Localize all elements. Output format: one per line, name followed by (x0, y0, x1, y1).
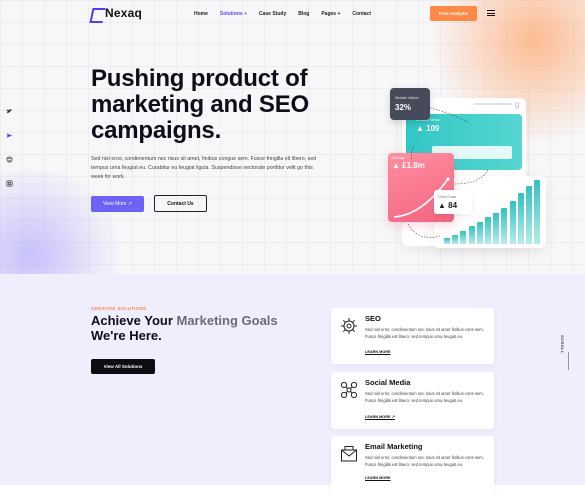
social-hub-icon (340, 381, 358, 399)
nav-case-study[interactable]: Case Study (259, 11, 286, 17)
hero-description: Sed nisl eros, condimentum nec risus sit… (91, 156, 317, 180)
service-title: Social Media (365, 378, 411, 387)
view-more-button[interactable]: View More ↗ (91, 196, 144, 212)
logo-text: Nexaq (105, 6, 143, 20)
service-card-social-media[interactable]: Social Media Sed nisl eros, condimentum … (331, 372, 494, 429)
free-analysis-button[interactable]: Free Analysis (430, 6, 477, 21)
service-text: Sed nisl eros, condimentum nec risus sit… (365, 455, 484, 468)
service-title: SEO (365, 314, 381, 323)
service-text: Sed nisl eros, condimentum nec risus sit… (365, 391, 484, 404)
dribbble-icon[interactable] (6, 156, 13, 163)
logo[interactable]: Nexaq (91, 6, 142, 20)
scroll-indicator-label[interactable]: SCROLL (560, 335, 565, 354)
learn-more-link[interactable]: LEARN MORE (365, 476, 391, 480)
solutions-title-part-2: We're Here. (91, 328, 162, 343)
solutions-title-highlight: Marketing Goals (176, 313, 278, 328)
social-sidebar (6, 108, 13, 187)
learn-more-link[interactable]: LEARN MORE (365, 350, 391, 354)
hero-title: Pushing product of marketing and SEO cam… (91, 65, 309, 144)
scroll-indicator-line (568, 352, 569, 370)
service-card-email-marketing[interactable]: Email Marketing Sed nisl eros, condiment… (331, 436, 494, 496)
nav-contact[interactable]: Contact (352, 11, 371, 17)
twitter-icon[interactable] (6, 108, 13, 115)
gear-network-icon (340, 317, 358, 335)
dashboard-illustration: g Branded Views ▲ 109 Website Visitors 3… (388, 86, 548, 254)
view-all-solutions-button[interactable]: View All Solutions (91, 359, 155, 374)
nav-pages[interactable]: Pages + (321, 11, 340, 17)
service-card-seo[interactable]: SEO Sed nisl eros, condimentum nec risus… (331, 308, 494, 364)
email-icon (340, 445, 358, 463)
service-title: Email Marketing (365, 442, 423, 451)
learn-more-link[interactable]: LEARN MORE ↗ (365, 414, 395, 419)
main-nav: Home Solutions + Case Study Blog Pages +… (194, 11, 371, 17)
nav-blog[interactable]: Blog (298, 11, 309, 17)
solutions-section (0, 274, 585, 485)
messenger-icon[interactable] (6, 132, 13, 139)
dashed-connector-lines (407, 107, 489, 238)
contact-us-button[interactable]: Contact Us (154, 195, 207, 212)
nav-home[interactable]: Home (194, 11, 208, 17)
solutions-title-part-1: Achieve Your (91, 313, 177, 328)
solutions-title: Achieve Your Marketing Goals We're Here. (91, 313, 291, 343)
hamburger-icon[interactable] (487, 10, 495, 18)
instagram-icon[interactable] (6, 180, 13, 187)
solutions-eyebrow: CREATIVE SOLUTIONS (91, 306, 147, 311)
nav-solutions[interactable]: Solutions + (220, 11, 247, 17)
logo-mark-icon (91, 8, 102, 19)
service-text: Sed nisl eros, condimentum nec risus sit… (365, 327, 484, 340)
